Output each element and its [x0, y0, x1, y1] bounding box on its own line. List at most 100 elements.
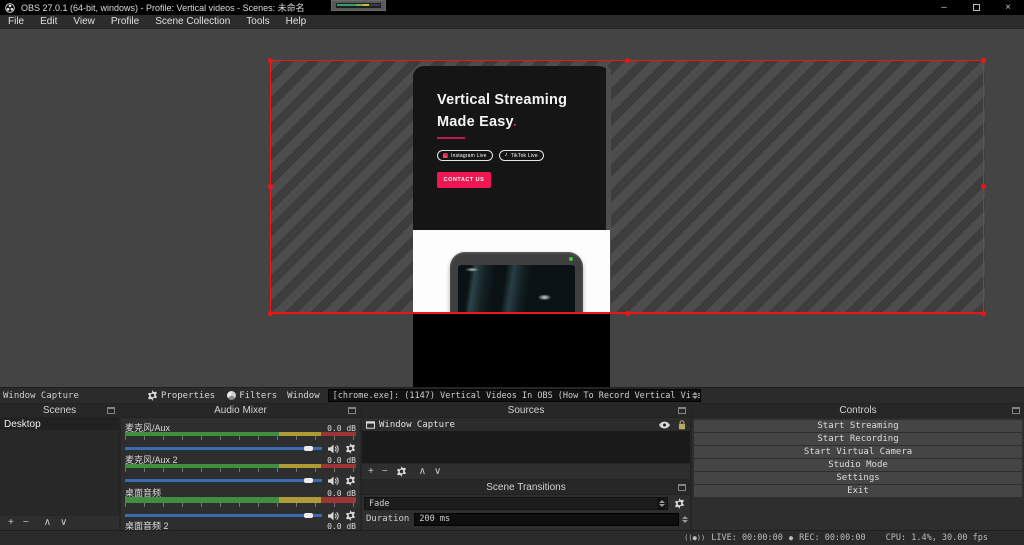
volume-slider-handle[interactable] — [304, 446, 313, 451]
title-bar: OBS 27.0.1 (64-bit, windows) - Profile: … — [0, 0, 1024, 15]
exit-button[interactable]: Exit — [694, 485, 1022, 497]
source-toolbar: Window Capture Properties Filters Window… — [0, 387, 1024, 404]
menu-edit[interactable]: Edit — [32, 15, 65, 29]
instagram-icon — [443, 153, 448, 158]
settings-button[interactable]: Settings — [694, 472, 1022, 484]
scene-down-button[interactable]: ∨ — [60, 518, 67, 528]
close-button[interactable]: × — [992, 0, 1024, 15]
obs-logo-icon — [5, 3, 15, 13]
obs-main-window: OBS 27.0.1 (64-bit, windows) - Profile: … — [0, 0, 1024, 545]
sources-toolbar: + − ∧ ∨ — [362, 463, 690, 479]
sources-header[interactable]: Sources — [362, 404, 690, 418]
window-capture-icon — [366, 421, 375, 429]
live-broadcast-icon: ((●)) — [684, 534, 705, 542]
source-down-button[interactable]: ∨ — [434, 467, 441, 477]
phone-mockup — [450, 252, 583, 314]
scenes-header[interactable]: Scenes — [0, 404, 119, 418]
webpage-white-section — [413, 230, 610, 314]
mini-audio-meter — [336, 3, 381, 8]
source-up-button[interactable]: ∧ — [419, 467, 426, 477]
volume-slider-handle[interactable] — [304, 478, 313, 483]
selection-handle-mid-left[interactable] — [268, 184, 273, 189]
panel-menu-icon[interactable] — [348, 407, 356, 414]
meter-scale-ticks — [125, 503, 356, 507]
lock-icon[interactable] — [678, 420, 686, 430]
scenes-panel: Scenes Desktop + − ∧ ∨ — [0, 404, 119, 530]
selection-handle-bottom-center[interactable] — [625, 311, 630, 316]
source-properties-gear-icon[interactable] — [396, 466, 407, 477]
dock-area: Scenes Desktop + − ∧ ∨ Audio Mixer 麦克风/A… — [0, 404, 1024, 530]
sources-list: Window Capture — [362, 418, 690, 463]
studio-mode-button[interactable]: Studio Mode — [694, 459, 1022, 471]
selection-handle-top-right[interactable] — [981, 58, 986, 63]
visibility-eye-icon[interactable] — [659, 421, 670, 429]
menu-profile[interactable]: Profile — [103, 15, 147, 29]
menu-view[interactable]: View — [65, 15, 103, 29]
preview-area[interactable]: Vertical Streaming Made Easy. Instagram … — [0, 29, 1024, 387]
minimize-button[interactable]: – — [928, 0, 960, 15]
webpage-heading: Vertical Streaming Made Easy. — [437, 89, 567, 133]
properties-button[interactable]: Properties — [141, 388, 221, 403]
window-select-label: Window — [283, 391, 328, 401]
status-bar: ((●)) LIVE: 00:00:00 ● REC: 00:00:00 CPU… — [0, 530, 1024, 545]
meter-scale-ticks — [125, 468, 356, 472]
floating-audio-meter-window[interactable] — [331, 0, 386, 11]
scene-transitions-header[interactable]: Scene Transitions — [362, 481, 690, 495]
menu-file[interactable]: File — [0, 15, 32, 29]
panel-menu-icon[interactable] — [678, 407, 686, 414]
selected-source-label: Window Capture — [3, 391, 141, 401]
channel-settings-gear-icon[interactable] — [344, 475, 356, 486]
duration-input[interactable]: 200 ms — [414, 513, 679, 526]
selection-handle-top-left[interactable] — [268, 58, 273, 63]
tiktok-icon: ♪ — [505, 153, 508, 158]
panel-menu-icon[interactable] — [678, 484, 686, 491]
scene-item-desktop[interactable]: Desktop — [0, 418, 119, 431]
live-time: LIVE: 00:00:00 — [711, 533, 783, 543]
filters-icon — [227, 391, 236, 400]
selection-handle-bottom-left[interactable] — [268, 311, 273, 316]
audio-mixer-header[interactable]: Audio Mixer — [121, 404, 360, 418]
mixer-channel-mic-aux-2: 麦克风/Aux 2 0.0 dB — [125, 453, 356, 486]
maximize-icon — [973, 4, 980, 11]
mixer-channel-desktop-audio-2: 桌面音频 2 0.0 dB — [125, 519, 356, 529]
maximize-button[interactable] — [960, 0, 992, 15]
add-source-button[interactable]: + — [368, 467, 374, 477]
window-select-dropdown[interactable]: [chrome.exe]: (1147) Vertical Videos In … — [328, 389, 701, 402]
menu-scene-collection[interactable]: Scene Collection — [147, 15, 238, 29]
selection-handle-bottom-right[interactable] — [981, 311, 986, 316]
sources-panel: Sources Window Capture + − ∧ ∨ — [362, 404, 690, 479]
start-virtual-camera-button[interactable]: Start Virtual Camera — [694, 446, 1022, 458]
controls-header[interactable]: Controls — [692, 404, 1024, 418]
mixer-channel-mic-aux: 麦克风/Aux 0.0 dB — [125, 421, 356, 454]
transition-dropdown[interactable]: Fade — [364, 497, 668, 510]
selection-handle-top-center[interactable] — [625, 58, 630, 63]
mute-speaker-icon[interactable] — [327, 475, 339, 486]
window-title: OBS 27.0.1 (64-bit, windows) - Profile: … — [21, 1, 305, 14]
start-recording-button[interactable]: Start Recording — [694, 433, 1022, 445]
scenes-list: Desktop — [0, 418, 119, 515]
dropdown-spinner-icon[interactable] — [657, 498, 665, 509]
duration-label: Duration — [364, 514, 414, 524]
filters-button[interactable]: Filters — [221, 388, 283, 403]
duration-spinner-icon[interactable] — [682, 516, 688, 523]
panel-menu-icon[interactable] — [107, 407, 115, 414]
add-scene-button[interactable]: + — [8, 518, 14, 528]
selection-handle-mid-right[interactable] — [981, 184, 986, 189]
source-item-window-capture[interactable]: Window Capture — [362, 418, 690, 431]
transition-settings-gear-icon[interactable] — [672, 496, 686, 510]
menu-tools[interactable]: Tools — [238, 15, 277, 29]
menu-help[interactable]: Help — [278, 15, 315, 29]
volume-slider-handle[interactable] — [304, 513, 313, 518]
volume-slider[interactable] — [125, 475, 322, 486]
rec-dot-icon: ● — [789, 534, 793, 542]
scene-up-button[interactable]: ∧ — [44, 518, 51, 528]
start-streaming-button[interactable]: Start Streaming — [694, 420, 1022, 432]
scene-transitions-panel: Scene Transitions Fade Duration 200 ms — [362, 481, 690, 530]
contact-us-button: CONTACT US — [437, 172, 491, 188]
dropdown-spinner-icon[interactable] — [690, 390, 698, 401]
phone-screen — [458, 265, 575, 314]
panel-menu-icon[interactable] — [1012, 407, 1020, 414]
remove-source-button[interactable]: − — [382, 467, 388, 477]
remove-scene-button[interactable]: − — [23, 518, 29, 528]
mixer-channel-desktop-audio: 桌面音频 0.0 dB — [125, 486, 356, 521]
